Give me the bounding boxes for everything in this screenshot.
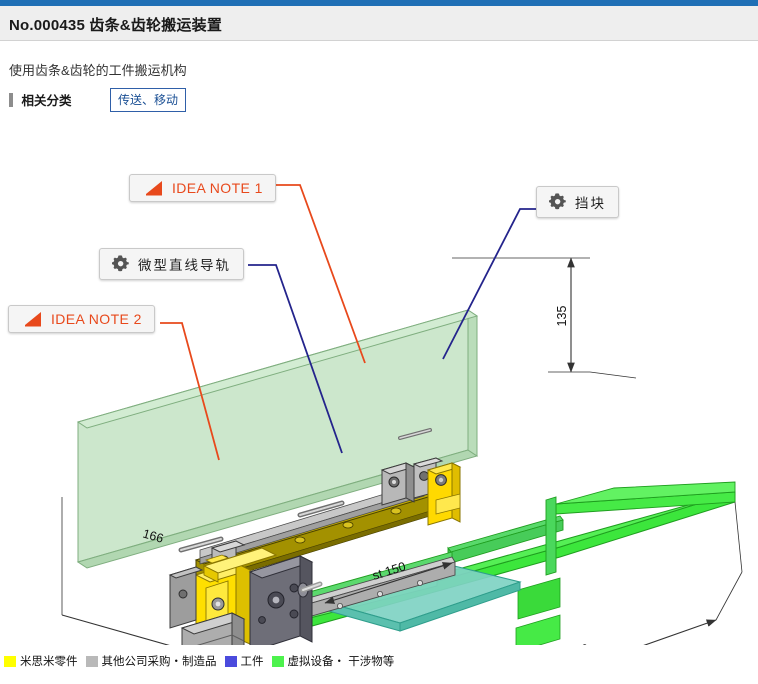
title-bar: No.000435 齿条&齿轮搬运装置 <box>0 6 758 41</box>
legend-item: 工件 <box>224 653 264 669</box>
dimension-height-label: 135 <box>555 306 569 327</box>
legend-item: 其他公司采购・制造品 <box>85 653 217 669</box>
page-title: No.000435 齿条&齿轮搬运装置 <box>9 17 223 34</box>
legend-swatch-other <box>85 655 98 667</box>
callout-linear-guide[interactable]: 微型直线导轨 <box>99 248 244 280</box>
legend-label: 虚拟设备・ 干涉物等 <box>287 656 395 668</box>
callout-stopper[interactable]: 挡块 <box>536 186 619 218</box>
bracket-block-right <box>380 462 416 506</box>
callout-idea-note-2[interactable]: IDEA NOTE 2 <box>8 305 155 333</box>
callout-idea-note-1[interactable]: IDEA NOTE 1 <box>129 174 276 202</box>
legend: 米思米零件 其他公司采购・制造品 工件 虚拟设备・ 干涉物等 <box>0 650 758 672</box>
callout-label: 微型直线导轨 <box>138 258 231 273</box>
category-label: 相关分类 <box>21 94 72 108</box>
legend-swatch-virtual <box>271 655 284 667</box>
legend-item: 米思米零件 <box>4 653 78 669</box>
legend-label: 米思米零件 <box>20 656 78 668</box>
page-subtitle: 使用齿条&齿轮的工件搬运机构 <box>9 63 187 78</box>
stopper-bracket <box>426 462 462 526</box>
callout-label: IDEA NOTE 2 <box>51 311 142 327</box>
category-row: 相关分类 <box>9 90 71 110</box>
leader-idea-note-1 <box>272 184 366 364</box>
legend-label: 工件 <box>240 656 264 668</box>
callout-label: IDEA NOTE 1 <box>172 180 263 196</box>
legend-swatch-workpiece <box>224 655 237 667</box>
legend-swatch-misumi <box>4 655 16 667</box>
dimension-height: 135 <box>452 257 637 379</box>
callout-label: 挡块 <box>575 196 606 211</box>
gear-icon <box>549 193 567 211</box>
legend-label: 其他公司采购・制造品 <box>101 656 217 668</box>
pencil-icon <box>142 180 164 196</box>
legend-item: 虚拟设备・ 干涉物等 <box>271 653 395 669</box>
pencil-icon <box>21 311 43 327</box>
cad-drawing-canvas: st 150 135 240 166 <box>0 120 758 645</box>
category-tag-transfer-move[interactable]: 传送、移动 <box>110 88 187 112</box>
category-accent-bar <box>9 92 13 107</box>
gear-icon <box>112 255 130 273</box>
dimension-depth-label: 240 <box>566 641 590 645</box>
